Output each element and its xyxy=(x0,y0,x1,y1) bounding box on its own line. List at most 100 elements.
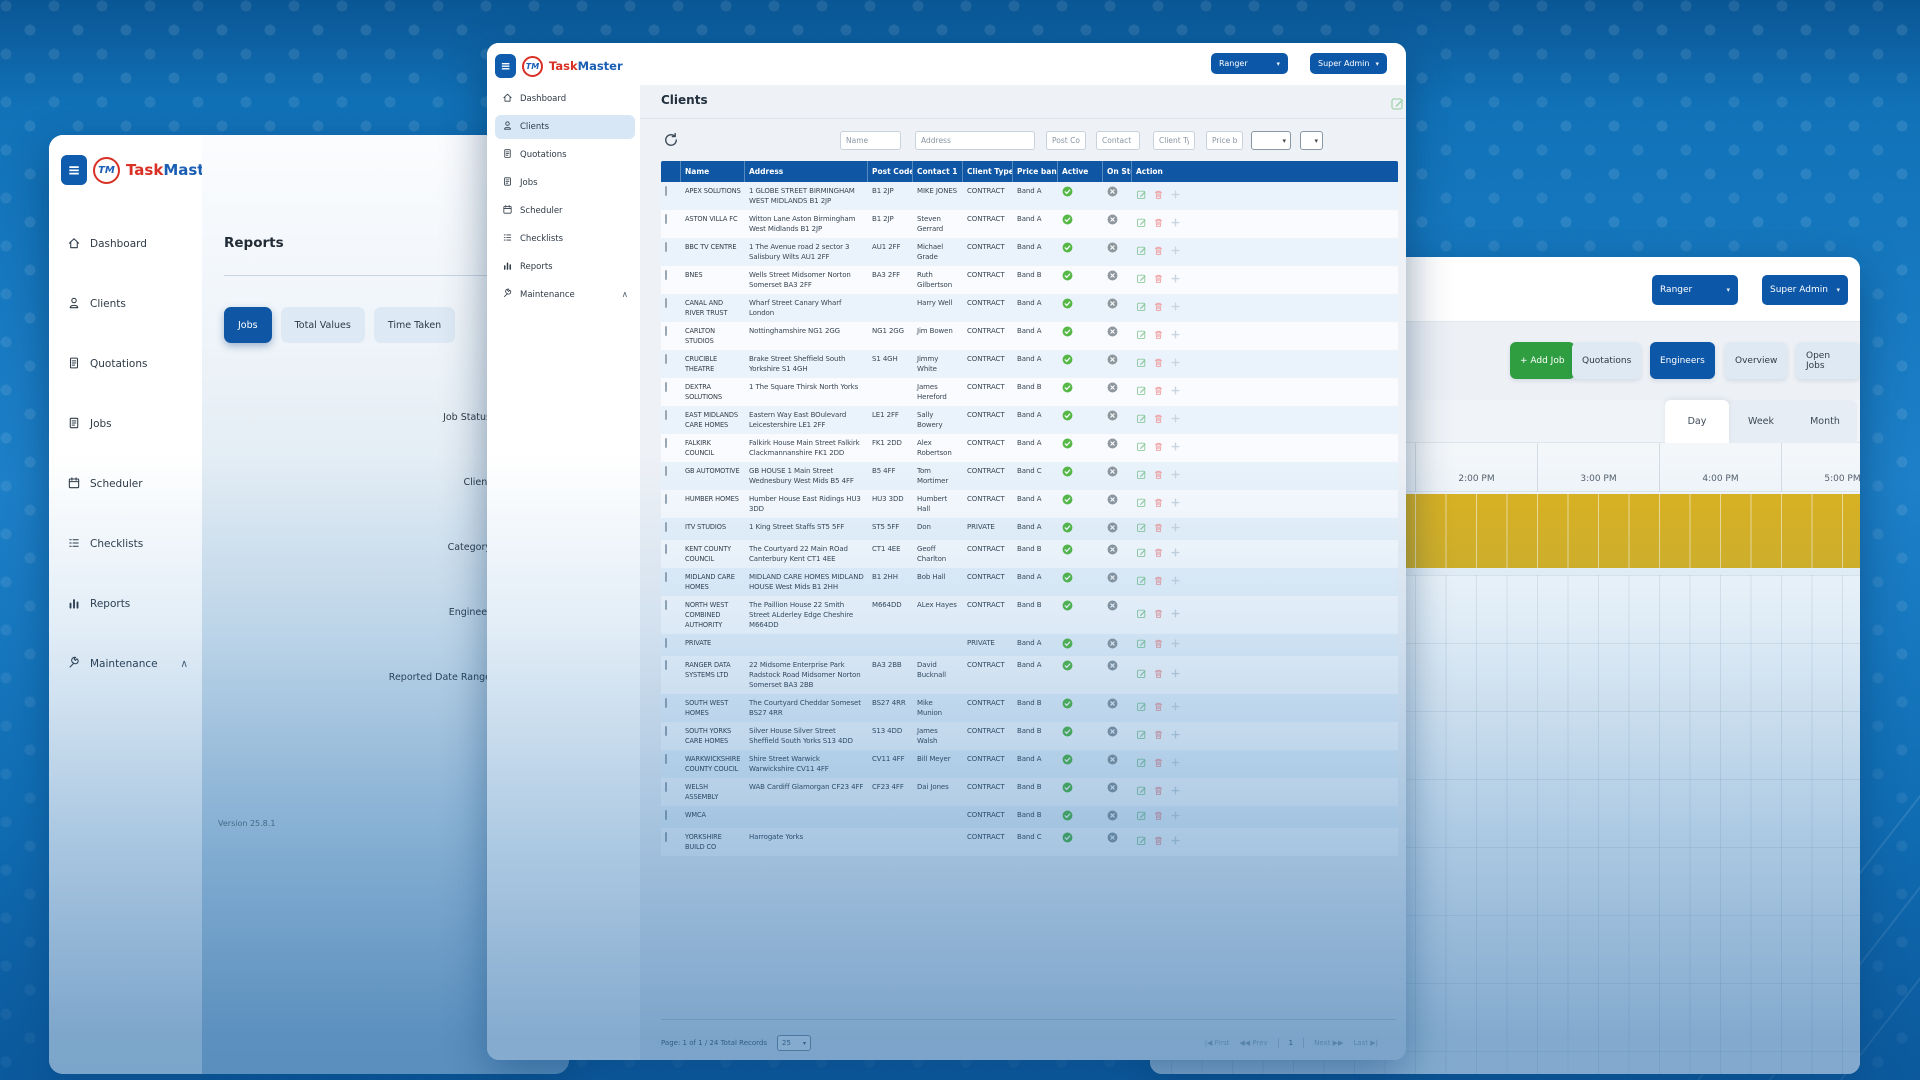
collapse-caret-icon[interactable]: ∧ xyxy=(622,290,628,300)
table-row[interactable]: BBC TV CENTRE1 The Avenue road 2 sector … xyxy=(661,238,1398,266)
delete-icon[interactable] xyxy=(1153,729,1164,743)
plus-icon[interactable] xyxy=(1170,245,1181,259)
sidebar-item-jobs[interactable]: Jobs xyxy=(495,171,635,195)
delete-icon[interactable] xyxy=(1153,785,1164,799)
delete-icon[interactable] xyxy=(1153,385,1164,399)
edit-icon[interactable] xyxy=(1136,547,1147,561)
delete-icon[interactable] xyxy=(1153,329,1164,343)
plus-icon[interactable] xyxy=(1170,329,1181,343)
sidebar-item-reports[interactable]: Reports xyxy=(495,255,635,279)
edit-icon[interactable] xyxy=(1390,96,1405,111)
company-dropdown[interactable]: Ranger▾ xyxy=(1652,275,1738,305)
refresh-icon[interactable] xyxy=(663,132,679,148)
edit-icon[interactable] xyxy=(1136,810,1147,824)
delete-icon[interactable] xyxy=(1153,217,1164,231)
edit-icon[interactable] xyxy=(1136,189,1147,203)
prev-page-button[interactable]: ◀◀ Prev xyxy=(1239,1039,1267,1047)
table-row[interactable]: APEX SOLUTIONS1 GLOBE STREET BIRMINGHAM … xyxy=(661,182,1398,210)
plus-icon[interactable] xyxy=(1170,189,1181,203)
edit-icon[interactable] xyxy=(1136,329,1147,343)
edit-icon[interactable] xyxy=(1136,245,1147,259)
table-row[interactable]: GB AUTOMOTIVEGB HOUSE 1 Main Street Wedn… xyxy=(661,462,1398,490)
row-checkbox[interactable] xyxy=(665,186,667,196)
delete-icon[interactable] xyxy=(1153,441,1164,455)
row-checkbox[interactable] xyxy=(665,600,667,610)
collapse-caret-icon[interactable]: ∧ xyxy=(180,658,188,670)
plus-icon[interactable] xyxy=(1170,301,1181,315)
plus-icon[interactable] xyxy=(1170,441,1181,455)
row-checkbox[interactable] xyxy=(665,544,667,554)
row-checkbox[interactable] xyxy=(665,660,667,670)
sidebar-item-maintenance[interactable]: Maintenance∧ xyxy=(59,647,196,681)
sidebar-item-maintenance[interactable]: Maintenance∧ xyxy=(495,283,635,307)
plus-icon[interactable] xyxy=(1170,522,1181,536)
sidebar-item-scheduler[interactable]: Scheduler xyxy=(495,199,635,223)
sidebar-item-dashboard[interactable]: Dashboard xyxy=(495,87,635,111)
plus-icon[interactable] xyxy=(1170,668,1181,682)
delete-icon[interactable] xyxy=(1153,810,1164,824)
sidebar-item-quotations[interactable]: Quotations xyxy=(59,347,196,381)
role-dropdown[interactable]: Super Admin▾ xyxy=(1310,53,1387,74)
edit-icon[interactable] xyxy=(1136,522,1147,536)
row-checkbox[interactable] xyxy=(665,832,667,842)
edit-icon[interactable] xyxy=(1136,757,1147,771)
edit-icon[interactable] xyxy=(1136,357,1147,371)
toolbar-button-open-jobs[interactable]: Open Jobs xyxy=(1796,342,1860,379)
first-page-button[interactable]: |◀ First xyxy=(1205,1039,1230,1047)
row-checkbox[interactable] xyxy=(665,638,667,648)
filter-input-address[interactable] xyxy=(915,131,1035,150)
sidebar-item-dashboard[interactable]: Dashboard xyxy=(59,227,196,261)
plus-icon[interactable] xyxy=(1170,385,1181,399)
row-checkbox[interactable] xyxy=(665,326,667,336)
table-row[interactable]: EAST MIDLANDS CARE HOMESEastern Way East… xyxy=(661,406,1398,434)
table-row[interactable]: PRIVATEPRIVATEBand A xyxy=(661,634,1398,656)
delete-icon[interactable] xyxy=(1153,575,1164,589)
page-size-select[interactable]: 25▾ xyxy=(777,1035,811,1051)
edit-icon[interactable] xyxy=(1136,441,1147,455)
edit-icon[interactable] xyxy=(1136,701,1147,715)
delete-icon[interactable] xyxy=(1153,608,1164,622)
edit-icon[interactable] xyxy=(1136,385,1147,399)
row-checkbox[interactable] xyxy=(665,382,667,392)
plus-icon[interactable] xyxy=(1170,413,1181,427)
table-row[interactable]: HUMBER HOMESHumber House East Ridings HU… xyxy=(661,490,1398,518)
delete-icon[interactable] xyxy=(1153,273,1164,287)
row-checkbox[interactable] xyxy=(665,494,667,504)
row-checkbox[interactable] xyxy=(665,522,667,532)
sidebar-item-checklists[interactable]: Checklists xyxy=(495,227,635,251)
table-row[interactable]: CANAL AND RIVER TRUSTWharf Street Canary… xyxy=(661,294,1398,322)
sidebar-item-clients[interactable]: Clients xyxy=(59,287,196,321)
row-checkbox[interactable] xyxy=(665,698,667,708)
filter-input-post-code[interactable] xyxy=(1046,131,1086,150)
delete-icon[interactable] xyxy=(1153,547,1164,561)
delete-icon[interactable] xyxy=(1153,357,1164,371)
tab-total-values[interactable]: Total Values xyxy=(281,307,365,343)
filter-input-client-type[interactable] xyxy=(1153,131,1195,150)
row-checkbox[interactable] xyxy=(665,572,667,582)
delete-icon[interactable] xyxy=(1153,522,1164,536)
delete-icon[interactable] xyxy=(1153,638,1164,652)
sidebar-item-clients[interactable]: Clients xyxy=(495,115,635,139)
delete-icon[interactable] xyxy=(1153,469,1164,483)
delete-icon[interactable] xyxy=(1153,835,1164,849)
filter-input-contact-1[interactable] xyxy=(1096,131,1140,150)
edit-icon[interactable] xyxy=(1136,575,1147,589)
row-checkbox[interactable] xyxy=(665,270,667,280)
edit-icon[interactable] xyxy=(1136,638,1147,652)
next-page-button[interactable]: Next ▶▶ xyxy=(1314,1039,1343,1047)
table-row[interactable]: KENT COUNTY COUNCILThe Courtyard 22 Main… xyxy=(661,540,1398,568)
delete-icon[interactable] xyxy=(1153,245,1164,259)
view-tab-month[interactable]: Month xyxy=(1793,400,1857,443)
plus-icon[interactable] xyxy=(1170,575,1181,589)
table-row[interactable]: ITV STUDIOS1 King Street Staffs ST5 5FFS… xyxy=(661,518,1398,540)
edit-icon[interactable] xyxy=(1136,469,1147,483)
edit-icon[interactable] xyxy=(1136,497,1147,511)
delete-icon[interactable] xyxy=(1153,189,1164,203)
plus-icon[interactable] xyxy=(1170,810,1181,824)
table-row[interactable]: NORTH WEST COMBINED AUTHORITYThe Paillio… xyxy=(661,596,1398,634)
table-row[interactable]: WMCACONTRACTBand B xyxy=(661,806,1398,828)
plus-icon[interactable] xyxy=(1170,273,1181,287)
filter-select-1[interactable]: ▾ xyxy=(1251,131,1291,150)
table-row[interactable]: ASTON VILLA FCWitton Lane Aston Birmingh… xyxy=(661,210,1398,238)
sidebar-item-reports[interactable]: Reports xyxy=(59,587,196,621)
